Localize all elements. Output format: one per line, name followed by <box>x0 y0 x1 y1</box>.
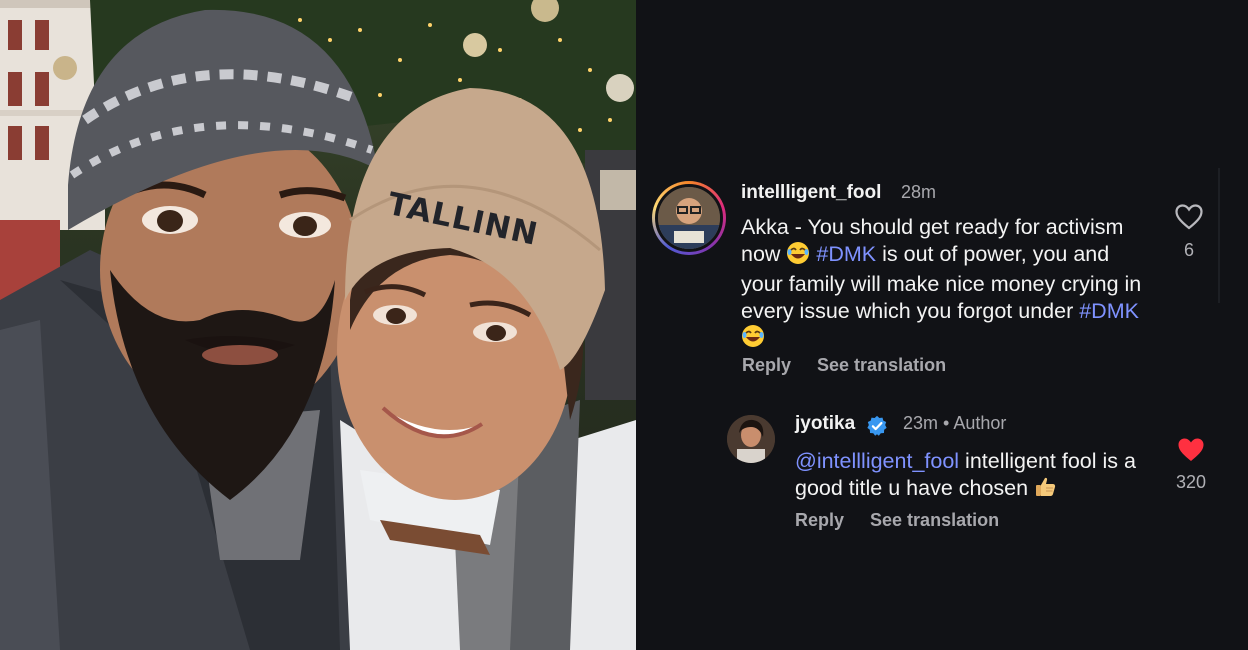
comment-text: Akka - You should get ready for activism… <box>741 214 1156 355</box>
heart-outline-icon[interactable] <box>1175 204 1203 230</box>
hashtag-link[interactable]: #DMK <box>1079 299 1139 323</box>
like-count: 320 <box>1175 472 1207 492</box>
avatar-story-ring[interactable] <box>652 181 726 255</box>
laughing-emoji-icon <box>786 241 810 272</box>
comment-username[interactable]: intellligent_fool <box>741 182 881 204</box>
pane-divider <box>1218 168 1220 303</box>
heart-filled-icon[interactable] <box>1177 437 1205 463</box>
avatar[interactable] <box>727 415 775 463</box>
meta-separator: • <box>943 413 950 433</box>
reply-meta: 23m • Author <box>903 413 1006 434</box>
mention-link[interactable]: @intellligent_fool <box>795 449 959 473</box>
comment-actions: Reply See translation <box>742 355 972 376</box>
thumbs-up-emoji-icon <box>1034 475 1058 506</box>
reply-username[interactable]: jyotika <box>795 413 855 435</box>
see-translation-button[interactable]: See translation <box>870 510 999 530</box>
post-photo: TALLINN <box>0 0 636 650</box>
reply-text: @intellligent_fool intelligent fool is a… <box>795 448 1155 505</box>
reply-button[interactable]: Reply <box>742 355 791 375</box>
photo-illustration <box>0 0 636 650</box>
avatar-image <box>658 187 720 249</box>
reply-button[interactable]: Reply <box>795 510 844 530</box>
reply-actions: Reply See translation <box>795 510 1025 531</box>
laughing-emoji-icon <box>741 324 765 355</box>
reply-timestamp: 23m <box>903 413 939 433</box>
avatar[interactable] <box>655 184 723 252</box>
avatar-image <box>727 415 775 463</box>
hashtag-link[interactable]: #DMK <box>816 242 876 266</box>
author-label: Author <box>953 413 1007 433</box>
see-translation-button[interactable]: See translation <box>817 355 946 375</box>
like-count: 6 <box>1183 240 1194 260</box>
comment-timestamp: 28m <box>901 182 937 202</box>
verified-badge-icon <box>866 415 888 442</box>
